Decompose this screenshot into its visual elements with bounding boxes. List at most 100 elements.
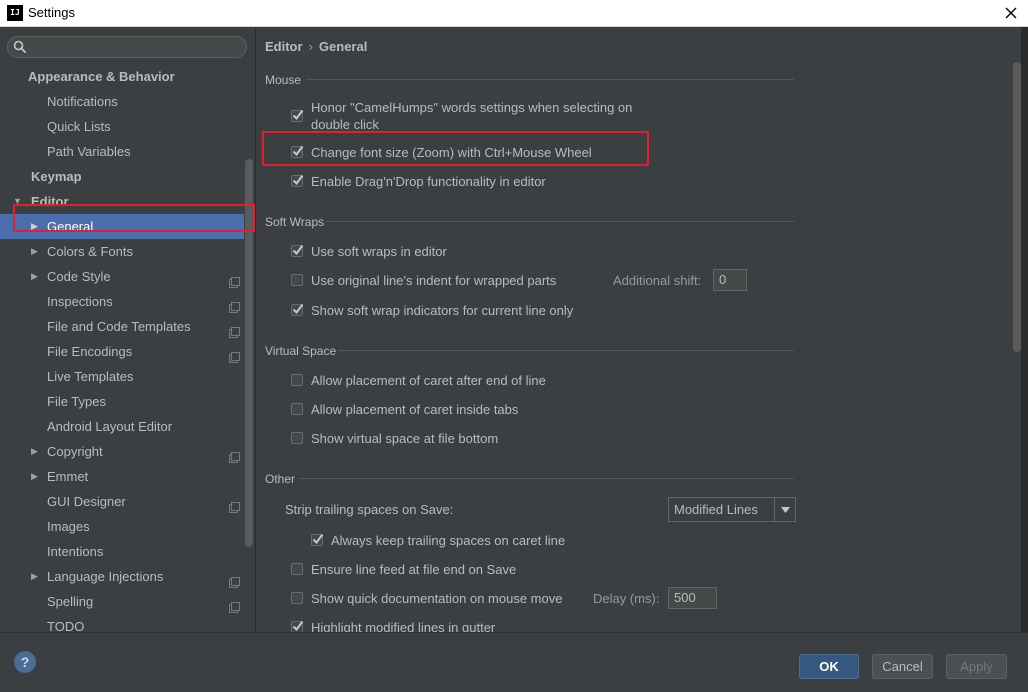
label-caret-inside-tabs: Allow placement of caret inside tabs — [311, 402, 519, 417]
sidebar-item[interactable]: Live Templates — [0, 364, 244, 389]
sidebar-item[interactable]: ▶ Emmet — [0, 464, 244, 489]
delay-field[interactable]: 500 — [668, 587, 717, 609]
sidebar-item-label: Quick Lists — [47, 119, 111, 134]
label-quick-doc: Show quick documentation on mouse move — [311, 591, 563, 606]
sidebar-item-label: GUI Designer — [47, 494, 126, 509]
project-scope-icon — [229, 296, 240, 313]
section-divider — [306, 79, 794, 80]
label-camel-humps-1: Honor "CamelHumps" words settings when s… — [311, 100, 633, 115]
sidebar-item[interactable]: Intentions — [0, 539, 244, 564]
sidebar-item-label: Code Style — [47, 269, 111, 284]
project-scope-icon — [229, 321, 240, 338]
breadcrumb-separator: › — [308, 39, 313, 54]
checkbox-soft-wrap-indicators[interactable] — [291, 303, 304, 316]
collapse-arrow-icon[interactable]: ▶ — [31, 239, 41, 264]
sidebar-item-label: Spelling — [47, 594, 94, 609]
checkbox-caret-inside-tabs[interactable] — [291, 403, 303, 415]
sidebar-item-label: Inspections — [47, 294, 113, 309]
sidebar-item-label: Intentions — [47, 544, 104, 559]
breadcrumb-current: General — [318, 39, 368, 54]
sidebar-item[interactable]: TODO — [0, 614, 244, 632]
sidebar-item-label: Path Variables — [47, 144, 131, 159]
collapse-arrow-icon[interactable]: ▶ — [31, 439, 41, 464]
sidebar-item-label: File Encodings — [47, 344, 133, 359]
section-divider — [338, 350, 794, 351]
project-scope-icon — [229, 596, 240, 613]
project-scope-icon — [229, 446, 240, 463]
sidebar-item-label: Language Injections — [47, 569, 164, 584]
sidebar-item-label: Emmet — [47, 469, 89, 484]
section-divider — [299, 478, 794, 479]
sidebar-item[interactable]: ▶ Copyright — [0, 439, 244, 464]
search-input[interactable] — [7, 36, 247, 58]
label-original-indent: Use original line's indent for wrapped p… — [311, 273, 557, 288]
checkbox-camel-humps[interactable] — [291, 109, 304, 122]
general-highlight-box — [13, 204, 255, 232]
strip-trailing-combo[interactable]: Modified Lines — [668, 497, 796, 522]
sidebar-item[interactable]: Spelling — [0, 589, 244, 614]
sidebar-item[interactable]: Appearance & Behavior — [0, 64, 244, 89]
section-title-virtual-space: Virtual Space — [265, 344, 337, 358]
close-button[interactable] — [1000, 2, 1022, 24]
label-highlight-modified: Highlight modified lines in gutter — [311, 620, 496, 632]
sidebar-item-label: TODO — [47, 619, 85, 632]
collapse-arrow-icon[interactable]: ▶ — [31, 564, 41, 589]
checkbox-caret-after-eol[interactable] — [291, 374, 303, 386]
window-edge — [1021, 27, 1028, 632]
sidebar-item-label: Colors & Fonts — [47, 244, 133, 259]
checkbox-dnd[interactable] — [291, 174, 304, 187]
cancel-button[interactable]: Cancel — [872, 654, 933, 679]
checkbox-original-indent[interactable] — [291, 274, 303, 286]
collapse-arrow-icon[interactable]: ▶ — [31, 264, 41, 289]
additional-shift-field[interactable]: 0 — [713, 269, 747, 291]
sidebar-item[interactable]: Inspections — [0, 289, 244, 314]
close-icon — [1005, 7, 1017, 19]
app-logo-icon: IJ — [7, 5, 23, 21]
breadcrumb: Editor › General — [265, 39, 367, 54]
sidebar-item[interactable]: File and Code Templates — [0, 314, 244, 339]
sidebar-item[interactable]: Notifications — [0, 89, 244, 114]
section-divider — [326, 221, 794, 222]
title-bar: IJ Settings — [0, 0, 1028, 27]
apply-button[interactable]: Apply — [946, 654, 1007, 679]
sidebar-item[interactable]: Images — [0, 514, 244, 539]
checkbox-quick-doc[interactable] — [291, 592, 303, 604]
label-delay: Delay (ms): — [593, 591, 660, 606]
sidebar-item-label: Keymap — [31, 169, 82, 184]
checkbox-virtual-space-bottom[interactable] — [291, 432, 303, 444]
zoom-highlight-box — [262, 131, 649, 166]
ok-button[interactable]: OK — [799, 654, 859, 679]
collapse-arrow-icon[interactable]: ▶ — [31, 464, 41, 489]
checkbox-ensure-line-feed[interactable] — [291, 563, 303, 575]
breadcrumb-parent[interactable]: Editor — [265, 39, 303, 54]
label-strip-trailing: Strip trailing spaces on Save: — [285, 502, 454, 517]
sidebar-item[interactable]: Path Variables — [0, 139, 244, 164]
combo-arrow[interactable] — [774, 498, 795, 521]
sidebar-item[interactable]: Keymap — [0, 164, 244, 189]
sidebar-item[interactable]: File Encodings — [0, 339, 244, 364]
sidebar-item-label: Copyright — [47, 444, 103, 459]
sidebar-item-label: File Types — [47, 394, 107, 409]
settings-content-panel: Editor › General Mouse Honor "CamelHumps" … — [256, 27, 1016, 632]
sidebar-item[interactable]: ▶ Code Style — [0, 264, 244, 289]
label-keep-trailing: Always keep trailing spaces on caret lin… — [331, 533, 566, 548]
sidebar-item[interactable]: File Types — [0, 389, 244, 414]
checkbox-highlight-modified[interactable] — [291, 620, 304, 632]
sidebar-item-label: Images — [47, 519, 90, 534]
checkbox-keep-trailing[interactable] — [311, 533, 324, 546]
sidebar-item[interactable]: Quick Lists — [0, 114, 244, 139]
window-title: Settings — [28, 5, 75, 20]
sidebar-item[interactable]: ▶ Colors & Fonts — [0, 239, 244, 264]
help-button[interactable]: ? — [14, 651, 36, 673]
sidebar-item[interactable]: GUI Designer — [0, 489, 244, 514]
sidebar-item[interactable]: Android Layout Editor — [0, 414, 244, 439]
label-ensure-line-feed: Ensure line feed at file end on Save — [311, 562, 517, 577]
sidebar-item-label: File and Code Templates — [47, 319, 191, 334]
sidebar-item[interactable]: ▶ Language Injections — [0, 564, 244, 589]
content-scrollbar[interactable] — [1013, 62, 1021, 352]
label-soft-wrap-indicators: Show soft wrap indicators for current li… — [311, 303, 574, 318]
sidebar-item-label: Live Templates — [47, 369, 134, 384]
label-caret-after-eol: Allow placement of caret after end of li… — [311, 373, 546, 388]
checkbox-soft-wraps[interactable] — [291, 244, 304, 257]
chevron-down-icon — [780, 506, 790, 513]
